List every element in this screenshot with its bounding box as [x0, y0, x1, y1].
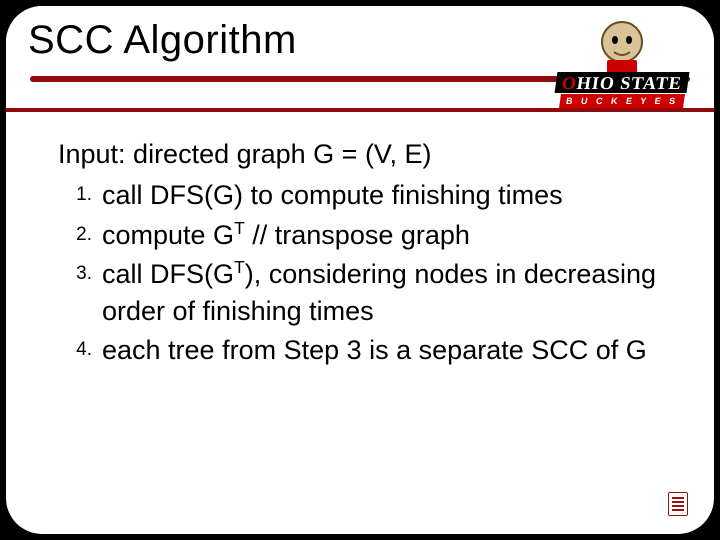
logo-text-state: STATE	[619, 73, 683, 93]
step-text: compute GT // transpose graph	[102, 220, 470, 250]
logo-text-hio: HIO	[576, 73, 617, 93]
step-number: 2.	[58, 222, 92, 248]
list-item: 4. each tree from Step 3 is a separate S…	[102, 332, 670, 369]
step-number: 3.	[58, 261, 92, 287]
list-item: 2. compute GT // transpose graph	[102, 217, 670, 254]
ohio-state-logo: OHIO STATE B U C K E Y E S	[546, 6, 698, 108]
step-number: 4.	[58, 337, 92, 363]
slide-content: Input: directed graph G = (V, E) 1. call…	[58, 136, 670, 372]
slide-title: SCC Algorithm	[28, 18, 297, 63]
logo-subtext: B U C K E Y E S	[559, 94, 685, 108]
list-item: 3. call DFS(GT), considering nodes in de…	[102, 256, 670, 331]
input-line: Input: directed graph G = (V, E)	[58, 136, 670, 173]
slide-frame: SCC Algorithm OHIO STATE B U C K E Y E S	[6, 6, 714, 534]
page-indicator-icon	[668, 492, 688, 516]
step-number: 1.	[58, 182, 92, 208]
brutus-mascot-icon	[587, 18, 657, 78]
title-bar: SCC Algorithm OHIO STATE B U C K E Y E S	[6, 6, 714, 112]
step-text: call DFS(GT), considering nodes in decre…	[102, 259, 656, 326]
algorithm-steps: 1. call DFS(G) to compute finishing time…	[58, 177, 670, 369]
step-text: call DFS(G) to compute finishing times	[102, 180, 563, 210]
logo-wordmark: OHIO STATE	[555, 72, 690, 93]
step-text: each tree from Step 3 is a separate SCC …	[102, 335, 647, 365]
list-item: 1. call DFS(G) to compute finishing time…	[102, 177, 670, 214]
